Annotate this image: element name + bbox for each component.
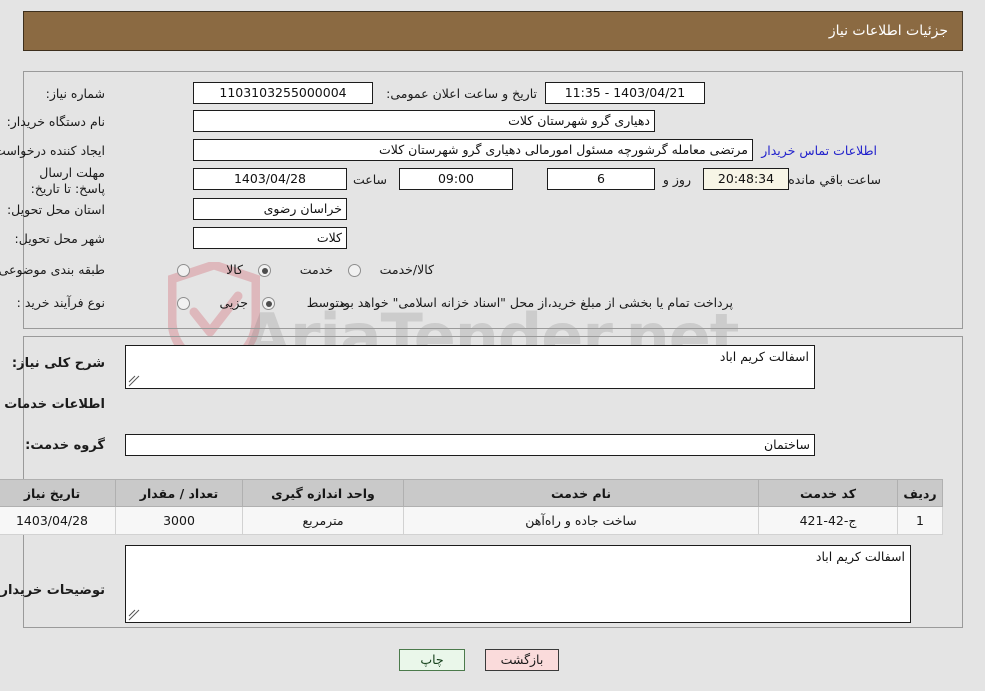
- need-number-label: شماره نیاز:: [45, 86, 105, 101]
- col-service-code: کد خدمت: [758, 479, 898, 507]
- province-label: استان محل تحویل:: [6, 202, 105, 217]
- radio-category-kala-khedmat[interactable]: [348, 264, 361, 277]
- service-group-value[interactable]: ساختمان: [125, 434, 815, 456]
- table-header-row: ردیف کد خدمت نام خدمت واحد اندازه گیری ت…: [0, 479, 943, 507]
- cell-service-code: ج-42-421: [758, 506, 898, 535]
- page-header-bar: جزئیات اطلاعات نیاز: [23, 11, 963, 51]
- col-need-date: تاریخ نیاز: [0, 479, 116, 507]
- cell-need-date: 1403/04/28: [0, 506, 116, 535]
- page-title: جزئیات اطلاعات نیاز: [828, 23, 948, 39]
- radio-process-motevaset[interactable]: [262, 297, 275, 310]
- col-row-no: ردیف: [897, 479, 943, 507]
- buyer-notes-label: توضیحات خریدار:: [0, 583, 105, 598]
- deadline-date-value[interactable]: 1403/04/28: [193, 168, 347, 190]
- service-group-label: گروه خدمت:: [25, 438, 105, 453]
- general-desc-value: اسفالت کریم اباد: [719, 349, 809, 364]
- days-label: روز و: [662, 172, 691, 187]
- buyer-org-label: نام دستگاه خریدار:: [6, 114, 105, 129]
- page-root: AriaTender.net جزئیات اطلاعات نیاز شماره…: [0, 0, 985, 691]
- cell-row-no: 1: [897, 506, 943, 535]
- col-unit: واحد اندازه گیری: [242, 479, 404, 507]
- buyer-org-value[interactable]: دهیاری گرو شهرستان کلات: [193, 110, 655, 132]
- buyer-contact-link[interactable]: اطلاعات تماس خریدار: [761, 143, 877, 158]
- radio-category-kala-khedmat-label: کالا/خدمت: [379, 262, 434, 277]
- process-label: نوع فرآیند خرید :: [16, 295, 105, 310]
- public-announce-label: تاریخ و ساعت اعلان عمومی:: [386, 86, 537, 101]
- radio-process-jozi[interactable]: [177, 297, 190, 310]
- time-label: ساعت: [352, 172, 387, 187]
- back-button[interactable]: بازگشت: [485, 649, 559, 671]
- radio-category-kala-label: کالا: [226, 262, 243, 277]
- radio-category-khedmat-label: خدمت: [299, 262, 333, 277]
- general-desc-label: شرح کلی نیاز:: [11, 356, 105, 371]
- buyer-notes-textarea[interactable]: اسفالت کریم اباد: [125, 545, 911, 623]
- radio-category-khedmat[interactable]: [258, 264, 271, 277]
- requester-label: ایجاد کننده درخواست:: [0, 143, 105, 158]
- deadline-label: مهلت ارسال پاسخ: تا تاریخ:: [30, 165, 105, 196]
- province-value[interactable]: خراسان رضوی: [193, 198, 347, 220]
- radio-category-kala[interactable]: [177, 264, 190, 277]
- table-row: 1 ج-42-421 ساخت جاده و راه‌آهن مترمربع 3…: [0, 506, 943, 535]
- cell-service-name: ساخت جاده و راه‌آهن: [403, 506, 759, 535]
- col-quantity: تعداد / مقدار: [115, 479, 243, 507]
- time-value[interactable]: 09:00: [399, 168, 513, 190]
- col-service-name: نام خدمت: [403, 479, 759, 507]
- category-label: طبقه بندی موضوعی:: [0, 262, 105, 277]
- cell-quantity: 3000: [115, 506, 243, 535]
- resize-grip-icon[interactable]: [128, 609, 140, 621]
- services-heading: اطلاعات خدمات مورد نیاز: [0, 397, 105, 412]
- general-desc-textarea[interactable]: اسفالت کریم اباد: [125, 345, 815, 389]
- countdown-timer-value: 20:48:34: [703, 168, 789, 190]
- payment-note: پرداخت تمام یا بخشی از مبلغ خرید،از محل …: [334, 295, 733, 310]
- buyer-notes-value: اسفالت کریم اباد: [815, 549, 905, 564]
- radio-process-jozi-label: جزیی: [219, 295, 248, 310]
- remaining-days-value[interactable]: 6: [547, 168, 655, 190]
- services-table: ردیف کد خدمت نام خدمت واحد اندازه گیری ت…: [0, 479, 943, 535]
- public-announce-value[interactable]: 1403/04/21 - 11:35: [545, 82, 705, 104]
- resize-grip-icon[interactable]: [128, 375, 140, 387]
- requester-value[interactable]: مرتضی معامله گرشورچه مسئول امورمالی دهیا…: [193, 139, 753, 161]
- need-number-value[interactable]: 1103103255000004: [193, 82, 373, 104]
- city-label: شهر محل تحویل:: [14, 231, 105, 246]
- remaining-time-label: ساعت باقي مانده: [788, 172, 881, 187]
- cell-unit: مترمربع: [242, 506, 404, 535]
- city-value[interactable]: کلات: [193, 227, 347, 249]
- print-button[interactable]: چاپ: [399, 649, 465, 671]
